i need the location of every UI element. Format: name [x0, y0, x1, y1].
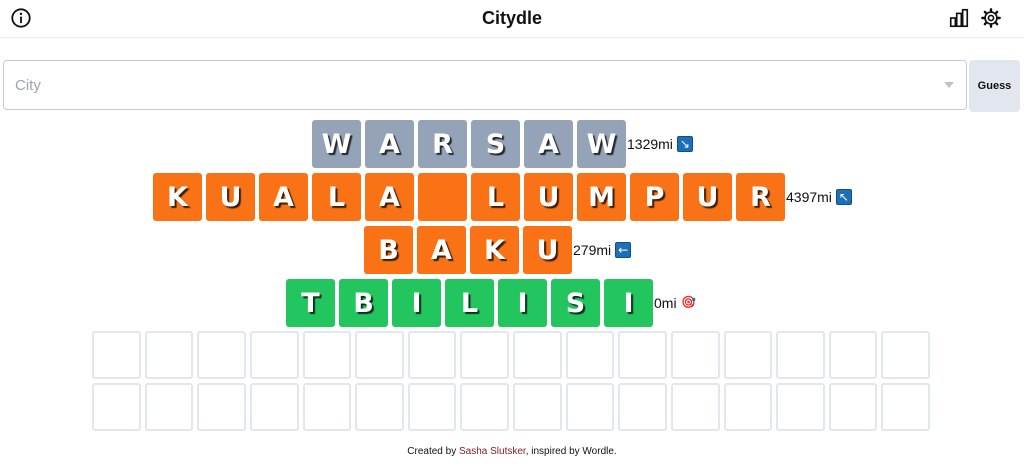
- distance-label: 4397mi: [786, 189, 832, 205]
- letter-tile: P: [630, 173, 679, 221]
- letter-tile: A: [417, 226, 466, 274]
- guess-row: W A R S A W 1329mi ↘: [312, 120, 693, 168]
- letter-tile: U: [523, 226, 572, 274]
- letter-tile: S: [471, 120, 520, 168]
- empty-tile: [144, 383, 194, 431]
- empty-tile: [407, 331, 457, 379]
- guess-info: 1329mi ↘: [627, 136, 693, 152]
- empty-tile: [828, 383, 878, 431]
- guess-info: 0mi 🎯: [654, 295, 697, 311]
- guess-row: T B I L I S I 0mi 🎯: [286, 279, 697, 327]
- guess-button[interactable]: Guess: [969, 60, 1020, 112]
- empty-tile: [249, 331, 299, 379]
- empty-tile: [407, 383, 457, 431]
- letter-tile: A: [259, 173, 308, 221]
- letter-tile: K: [470, 226, 519, 274]
- letter-tile: L: [471, 173, 520, 221]
- letter-tile: R: [736, 173, 785, 221]
- guess-row: KUALA L U M P U R 4397mi ↖: [153, 173, 852, 221]
- letter-tile: I: [498, 279, 547, 327]
- empty-row: [92, 331, 934, 379]
- empty-tile: [565, 383, 615, 431]
- city-input[interactable]: [4, 61, 934, 109]
- empty-tile: [670, 331, 720, 379]
- app-title: Citydle: [481, 8, 542, 28]
- bar-chart-icon[interactable]: [948, 7, 970, 29]
- empty-tile: [460, 383, 509, 431]
- footer: Created by Sasha Slutsker, inspired by W…: [0, 446, 1024, 457]
- letter-tile: W: [312, 120, 361, 168]
- distance-label: 0mi: [654, 295, 677, 311]
- city-combobox[interactable]: [3, 60, 967, 110]
- letter-tile: L: [312, 173, 361, 221]
- empty-tile: [881, 331, 930, 379]
- empty-tile: [355, 383, 404, 431]
- empty-tile: [723, 383, 773, 431]
- empty-tile: [513, 383, 562, 431]
- letter-tile: S: [551, 279, 600, 327]
- empty-tile: [249, 383, 299, 431]
- inspiration-text: Wordle: [582, 446, 614, 457]
- letter-tile: W: [577, 120, 626, 168]
- letter-tile: M: [577, 173, 626, 221]
- empty-row: [92, 383, 934, 431]
- empty-tile: [881, 383, 930, 431]
- letter-tile: K: [153, 173, 202, 221]
- empty-guess-grid: [92, 331, 934, 435]
- guess-info: 4397mi ↖: [786, 189, 852, 205]
- author-link[interactable]: Sasha Slutsker: [459, 446, 526, 457]
- letter-tile: I: [392, 279, 441, 327]
- letter-tile: [418, 173, 467, 221]
- empty-tile: [723, 331, 773, 379]
- letter-tile: U: [524, 173, 573, 221]
- letter-tile: U: [683, 173, 732, 221]
- letter-tile: A: [365, 173, 414, 221]
- chevron-down-icon[interactable]: [944, 82, 954, 88]
- empty-tile: [460, 331, 509, 379]
- arrow-down-right-icon: ↘: [676, 136, 693, 152]
- empty-tile: [302, 331, 352, 379]
- empty-tile: [92, 383, 141, 431]
- arrow-left-icon: ←: [615, 242, 632, 258]
- letter-tile: A: [524, 120, 573, 168]
- empty-tile: [197, 331, 246, 379]
- letter-tile: B: [339, 279, 388, 327]
- letter-tile: I: [604, 279, 653, 327]
- empty-tile: [144, 331, 194, 379]
- empty-tile: [513, 331, 562, 379]
- empty-tile: [197, 383, 246, 431]
- empty-tile: [92, 331, 141, 379]
- distance-label: 279mi: [573, 242, 612, 258]
- guess-info: 279mi ←: [573, 242, 632, 258]
- letter-tile: T: [286, 279, 335, 327]
- footer-middle: , inspired by: [525, 446, 583, 457]
- empty-tile: [776, 383, 825, 431]
- guess-row: B A K U 279mi ←: [364, 226, 632, 274]
- top-bar: Citydle: [0, 0, 1024, 38]
- empty-tile: [618, 383, 667, 431]
- empty-tile: [776, 331, 825, 379]
- letter-tile: A: [365, 120, 414, 168]
- empty-tile: [355, 331, 404, 379]
- letter-tile: B: [364, 226, 413, 274]
- footer-suffix: .: [613, 446, 617, 457]
- empty-tile: [828, 331, 878, 379]
- empty-tile: [302, 383, 352, 431]
- letter-tile: R: [418, 120, 467, 168]
- arrow-up-left-icon: ↖: [835, 189, 852, 205]
- empty-tile: [670, 383, 720, 431]
- gear-icon[interactable]: [980, 7, 1002, 29]
- target-icon: 🎯: [681, 295, 697, 309]
- letter-tile: L: [445, 279, 494, 327]
- letter-tile: U: [206, 173, 255, 221]
- empty-tile: [618, 331, 667, 379]
- distance-label: 1329mi: [627, 136, 673, 152]
- empty-tile: [565, 331, 615, 379]
- footer-prefix: Created by: [407, 446, 459, 457]
